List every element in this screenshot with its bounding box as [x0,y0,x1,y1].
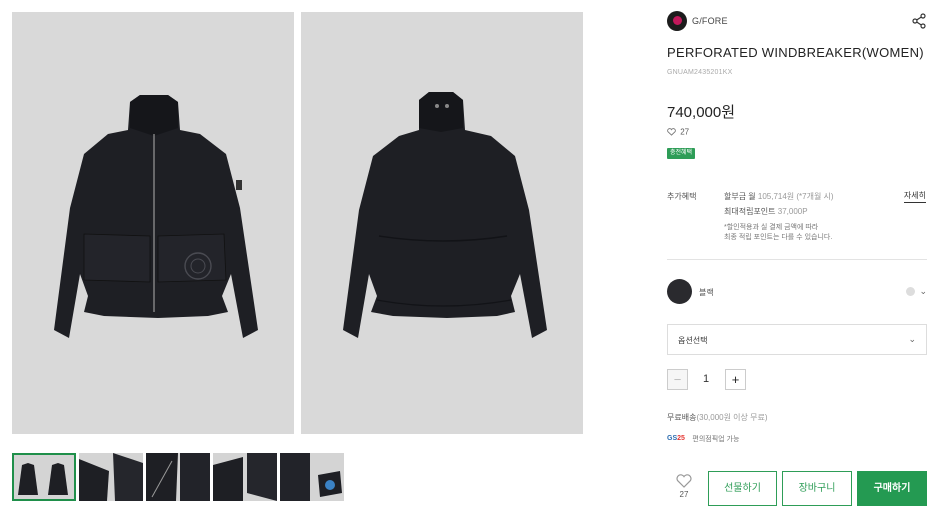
thumbnail-5[interactable] [280,453,344,501]
main-image-back[interactable] [301,12,583,434]
benefit-label: 추가혜택 [667,192,697,201]
quantity-value: 1 [703,373,710,385]
status-badge: 충전혜택 [667,148,696,159]
buy-button[interactable]: 구매하기 [857,471,927,506]
like-count-display: 27 [667,127,689,139]
points-line: 최대적립포인트 37,000P [724,206,904,217]
brand-name[interactable]: G/FORE [692,16,728,26]
thumbnail-4[interactable] [213,453,277,501]
benefit-note: *할인적용과 실 결제 금액에 따라 최종 적립 포인트는 다를 수 있습니다. [724,223,904,243]
share-icon[interactable] [911,13,927,29]
product-title: PERFORATED WINDBREAKER(WOMEN) [667,45,924,60]
option-select-label: 옵션선택 [678,336,708,345]
brand-row: G/FORE [667,11,929,33]
quantity-decrease-button[interactable]: − [667,369,688,390]
benefit-note-line-1: *할인적용과 실 결제 금액에 따라 [724,224,819,231]
product-code: GNUAM2435201KX [667,69,733,76]
heart-icon [676,474,692,488]
shipping-condition: (30,000원 이상 무료) [696,413,768,422]
pickup-text: 편의점픽업 가능 [692,435,740,443]
color-dot [906,287,915,296]
quantity-stepper: − 1 + [667,369,757,390]
option-select[interactable]: 옵션선택 ⌄ [667,324,927,355]
like-button-count: 27 [679,490,689,499]
shipping-label: 무료배송 [667,413,697,422]
gs25-logo-gs: GS [667,435,678,443]
color-swatch[interactable] [667,279,692,304]
thumbnail-3[interactable] [146,453,210,501]
points-value: 37,000P [777,207,808,216]
thumbnail-2[interactable] [79,453,143,501]
thumbnail-1[interactable] [12,453,76,501]
gs25-logo: GS25 [667,435,685,442]
chevron-down-icon: ⌄ [908,334,916,344]
detail-link[interactable]: 자세히 [903,190,926,203]
cart-button[interactable]: 장바구니 [782,471,852,506]
divider [667,259,927,260]
installment-prefix: 할부금 월 [724,192,758,201]
pickup-info: GS25 편의점픽업 가능 [667,430,740,443]
color-name: 블랙 [699,288,714,297]
brand-logo[interactable] [667,11,687,31]
benefit-details: 할부금 월 105,714원 (*7개월 시) 최대적립포인트 37,000P … [724,191,904,243]
color-selector[interactable]: 블랙 ⌄ [667,279,929,305]
quantity-increase-button[interactable]: + [725,369,746,390]
installment-value: 105,714원 (*7개월 시) [757,192,834,201]
gs25-logo-25: 25 [677,435,685,443]
like-count: 27 [680,127,690,137]
product-price: 740,000원 [667,104,736,121]
like-button[interactable]: 27 [671,474,697,504]
gift-button[interactable]: 선물하기 [708,471,777,506]
heart-icon [667,128,676,136]
installment-line: 할부금 월 105,714원 (*7개월 시) [724,191,904,202]
chevron-down-icon[interactable]: ⌄ [919,286,927,297]
main-image-front[interactable] [12,12,294,434]
benefit-note-line-2: 최종 적립 포인트는 다를 수 있습니다. [724,234,833,241]
points-prefix: 최대적립포인트 [724,207,778,216]
shipping-info: 무료배송(30,000원 이상 무료) [667,412,768,423]
